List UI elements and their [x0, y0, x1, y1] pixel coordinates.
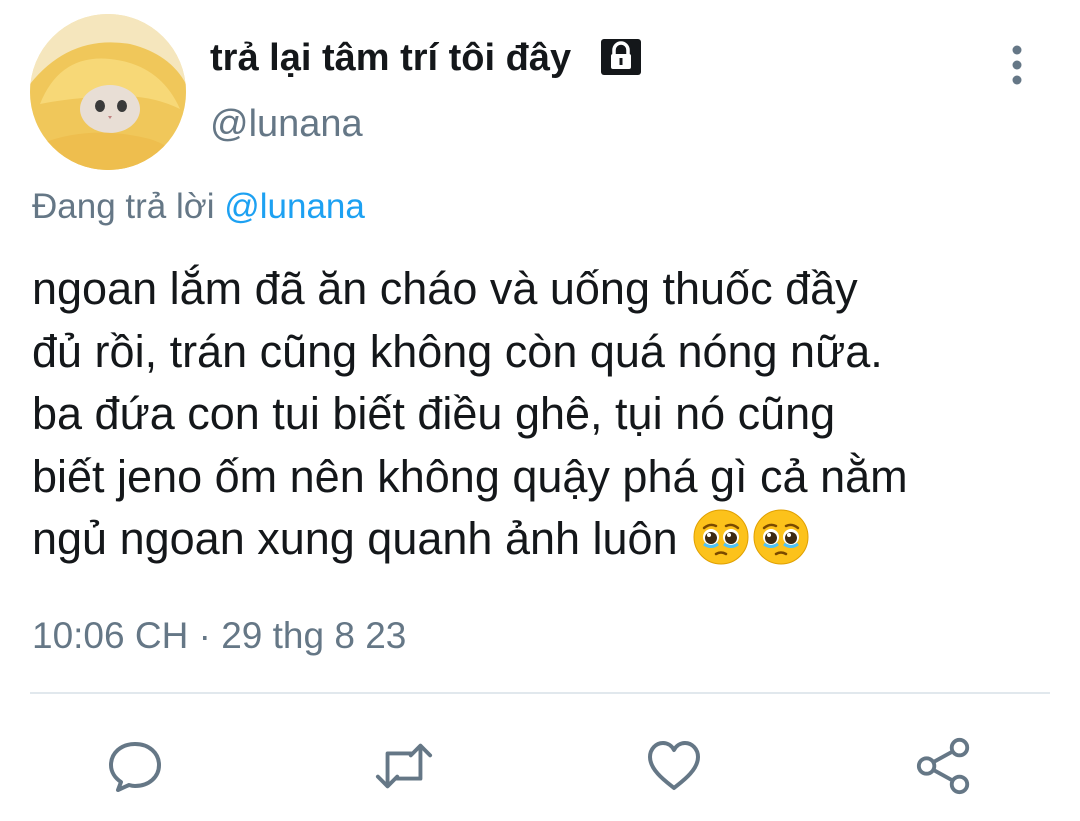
reply-button[interactable] [105, 736, 165, 796]
tweet-detail: trả lại tâm trí tôi đây @lunana Đang trả… [0, 0, 1080, 821]
pleading-face-emoji-icon [693, 509, 749, 565]
display-name[interactable]: trả lại tâm trí tôi đây [210, 34, 571, 82]
reply-context: Đang trả lời @lunana [32, 184, 365, 230]
lock-icon [600, 38, 642, 76]
divider [30, 692, 1050, 694]
avatar[interactable] [30, 14, 186, 170]
avatar-image [30, 14, 186, 170]
user-handle[interactable]: @lunana [210, 100, 363, 148]
tweet-text: ngoan lắm đã ăn cháo và uống thuốc đầy đ… [32, 258, 1078, 583]
retweet-icon [375, 743, 433, 789]
pleading-face-emoji-icon [753, 509, 809, 565]
comment-icon [109, 742, 161, 792]
share-icon [916, 737, 970, 795]
like-button[interactable] [644, 736, 704, 796]
reply-mention-link[interactable]: @lunana [224, 187, 365, 226]
retweet-button[interactable] [374, 736, 434, 796]
emoji-group [690, 508, 810, 583]
reply-prefix: Đang trả lời [32, 187, 215, 226]
more-vertical-icon[interactable] [1000, 42, 1034, 88]
share-button[interactable] [914, 736, 974, 796]
heart-icon [648, 741, 700, 790]
tweet-timestamp[interactable]: 10:06 CH · 29 thg 8 23 [32, 612, 406, 660]
